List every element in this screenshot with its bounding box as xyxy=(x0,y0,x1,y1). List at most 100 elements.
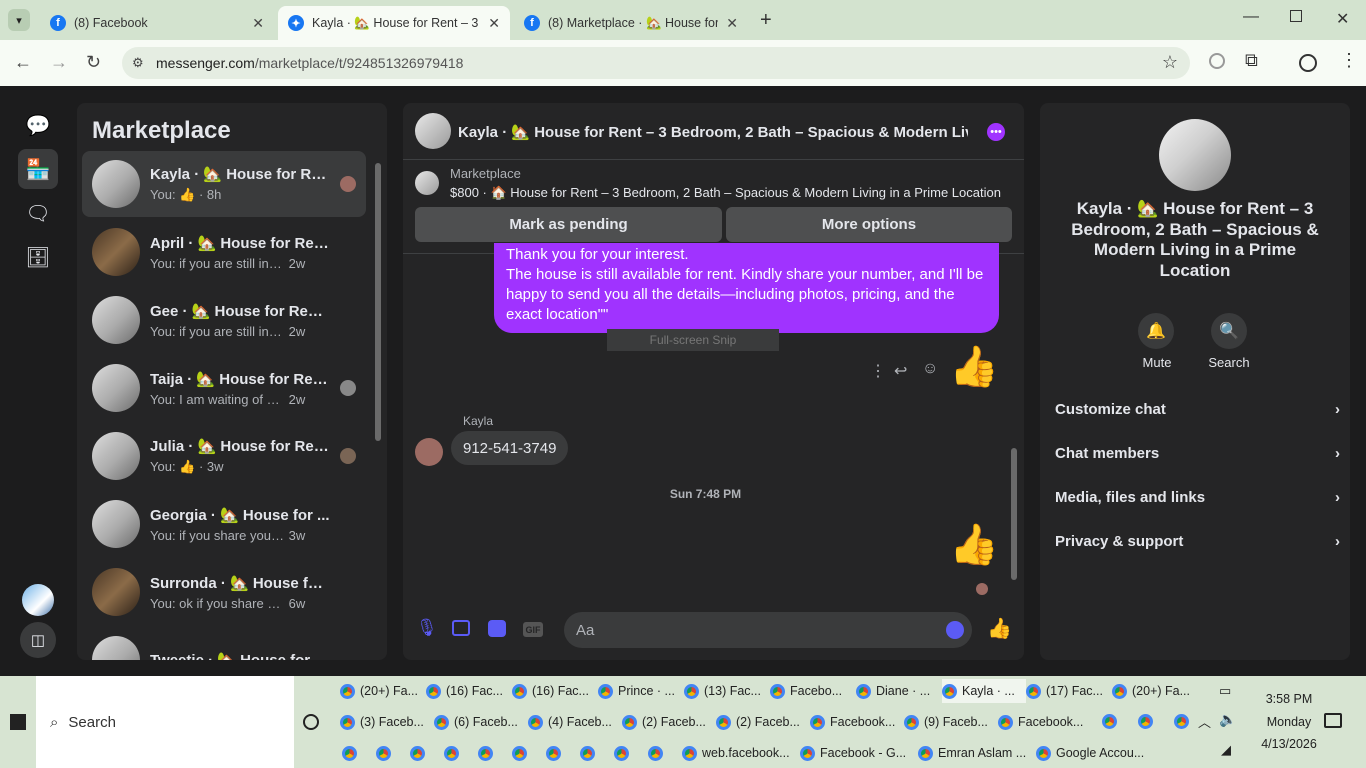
clock-time[interactable]: 3:58 PM xyxy=(1254,692,1324,706)
reply-icon[interactable]: ↩ xyxy=(894,361,907,381)
sticker-icon[interactable] xyxy=(488,620,506,637)
taskbar-window[interactable]: (20+) Fa... xyxy=(1112,679,1198,703)
taskbar-window[interactable]: Facebook - G... xyxy=(800,741,918,765)
conversation-item[interactable]: Gee · 🏡 House for Rent ... You: if you a… xyxy=(82,287,366,353)
url-bar[interactable]: ⚙ messenger.com/marketplace/t/9248513269… xyxy=(122,47,1190,79)
scrollbar[interactable] xyxy=(375,163,381,441)
chrome-icon[interactable] xyxy=(546,745,561,761)
chrome-icon[interactable] xyxy=(580,745,595,761)
volume-icon[interactable]: 🔈 xyxy=(1219,711,1236,728)
taskbar-window[interactable]: (16) Fac... xyxy=(512,679,598,703)
taskbar-window[interactable]: (13) Fac... xyxy=(684,679,770,703)
taskbar-window[interactable]: Facebo... xyxy=(770,679,856,703)
outgoing-message[interactable]: Thank you for your interest. The house i… xyxy=(494,243,999,333)
bookmark-star-icon[interactable]: ☆ xyxy=(1162,52,1178,73)
chrome-icon[interactable] xyxy=(1174,714,1189,729)
microphone-icon[interactable]: 🎙 xyxy=(416,618,438,638)
user-avatar[interactable] xyxy=(22,584,54,616)
taskbar-window[interactable]: Diane · ... xyxy=(856,679,942,703)
send-like-icon[interactable]: 👍 xyxy=(987,616,1012,641)
requests-icon[interactable]: 🗨 xyxy=(18,193,58,233)
new-tab-button[interactable]: + xyxy=(760,9,772,32)
react-icon[interactable]: ☺ xyxy=(922,360,938,378)
incoming-message[interactable]: 912-541-3749 xyxy=(451,431,569,465)
chrome-icon[interactable] xyxy=(376,745,391,761)
more-actions-icon[interactable]: ⋮ xyxy=(870,361,886,381)
conversation-item[interactable]: April · 🏡 House for Ren... You: if you a… xyxy=(82,219,366,285)
media-files-links-row[interactable]: Media, files and links › xyxy=(1055,475,1340,519)
taskbar-window[interactable]: (16) Fac... xyxy=(426,679,512,703)
chrome-icon[interactable] xyxy=(1102,714,1117,729)
close-icon[interactable]: ✕ xyxy=(726,15,738,32)
wifi-icon[interactable]: ◢ xyxy=(1221,742,1231,758)
chrome-icon[interactable] xyxy=(444,745,459,761)
cortana-icon[interactable] xyxy=(303,714,319,730)
conversation-item[interactable]: Taija · 🏡 House for Rent... You: I am wa… xyxy=(82,355,366,421)
windows-start-icon[interactable] xyxy=(10,714,26,730)
taskbar-window[interactable]: (2) Faceb... xyxy=(622,710,716,734)
emoji-icon[interactable] xyxy=(946,621,964,639)
taskbar-window[interactable]: Prince · ... xyxy=(598,679,684,703)
taskbar-window[interactable]: web.facebook... xyxy=(682,741,800,765)
taskbar-window[interactable]: Facebook... xyxy=(998,710,1092,734)
listing-line[interactable]: $800 · 🏠 House for Rent – 3 Bedroom, 2 B… xyxy=(450,185,1010,201)
reload-icon[interactable]: ↻ xyxy=(86,52,101,73)
taskbar-window[interactable]: (17) Fac... xyxy=(1026,679,1112,703)
conversation-item[interactable]: Georgia · 🏡 House for ... You: if you sh… xyxy=(82,491,366,557)
taskbar-window[interactable]: Google Accou... xyxy=(1036,741,1154,765)
archive-icon[interactable]: 🗄 xyxy=(18,237,58,277)
chrome-icon[interactable] xyxy=(410,745,425,761)
notification-icon[interactable] xyxy=(1324,713,1342,728)
customize-chat-row[interactable]: Customize chat › xyxy=(1055,387,1340,431)
gif-icon[interactable]: GIF xyxy=(523,622,543,637)
taskbar-search[interactable]: ⌕ Search xyxy=(36,676,294,768)
chrome-icon[interactable] xyxy=(512,745,527,761)
taskbar-window[interactable]: (2) Faceb... xyxy=(716,710,810,734)
privacy-support-row[interactable]: Privacy & support › xyxy=(1055,519,1340,563)
close-icon[interactable]: ✕ xyxy=(252,15,264,32)
forward-icon[interactable]: → xyxy=(50,52,68,73)
tab-search-button[interactable]: ▾ xyxy=(8,9,30,31)
mute-button[interactable]: 🔔 Mute xyxy=(1138,313,1176,370)
taskbar-window[interactable]: (4) Faceb... xyxy=(528,710,622,734)
taskbar-window[interactable]: (3) Faceb... xyxy=(340,710,434,734)
conversation-item[interactable]: Kayla · 🏡 House for Rent... You: 👍 · 8h xyxy=(82,151,366,217)
close-icon[interactable]: ✕ xyxy=(488,15,500,32)
profile-icon[interactable] xyxy=(1299,54,1317,72)
sender-avatar[interactable] xyxy=(415,438,443,466)
restore-button[interactable] xyxy=(1290,10,1302,22)
conversation-item[interactable]: Julia · 🏡 House for Rent... You: 👍 · 3w xyxy=(82,423,366,489)
close-window-button[interactable]: ✕ xyxy=(1336,9,1349,29)
taskbar-window[interactable]: Emran Aslam ... xyxy=(918,741,1036,765)
chrome-icon[interactable] xyxy=(1138,714,1153,729)
tab-facebook[interactable]: f (8) Facebook ✕ xyxy=(40,6,274,40)
tab-marketplace[interactable]: f (8) Marketplace · 🏡 House for ✕ xyxy=(514,6,748,40)
chrome-icon[interactable] xyxy=(342,745,357,761)
more-options-button[interactable]: More options xyxy=(726,207,1012,242)
menu-icon[interactable]: ⋮ xyxy=(1340,50,1358,71)
chrome-icon[interactable] xyxy=(614,745,629,761)
taskbar-window[interactable]: Facebook... xyxy=(810,710,904,734)
chrome-icon[interactable] xyxy=(648,745,663,761)
tab-kayla-chat[interactable]: ✦ Kayla · 🏡 House for Rent – 3 B ✕ xyxy=(278,6,510,40)
taskbar-window-active[interactable]: Kayla · ... xyxy=(942,679,1026,703)
extensions-icon[interactable]: ⧉ xyxy=(1245,50,1258,71)
chat-avatar[interactable] xyxy=(415,113,451,149)
tray-display-icon[interactable]: ▭ xyxy=(1219,683,1231,699)
conversation-item[interactable]: Tweetie · 🏡 House for R... xyxy=(82,627,366,660)
chrome-icon[interactable] xyxy=(478,745,493,761)
chat-members-row[interactable]: Chat members › xyxy=(1055,431,1340,475)
taskbar-window[interactable]: (9) Faceb... xyxy=(904,710,998,734)
mark-as-pending-button[interactable]: Mark as pending xyxy=(415,207,722,242)
tray-chevron-icon[interactable]: ︿ xyxy=(1198,712,1211,731)
scrollbar[interactable] xyxy=(1011,448,1017,580)
chats-icon[interactable]: 💬 xyxy=(18,105,58,145)
sidebar-toggle-icon[interactable]: ◫ xyxy=(20,622,56,658)
taskbar-window[interactable]: (20+) Fa... xyxy=(340,679,426,703)
minimize-button[interactable]: — xyxy=(1243,8,1259,26)
photo-icon[interactable] xyxy=(452,620,470,636)
message-input[interactable]: Aa xyxy=(564,612,972,648)
more-icon[interactable]: ••• xyxy=(987,123,1005,141)
translate-icon[interactable] xyxy=(1209,53,1225,69)
back-icon[interactable]: ← xyxy=(14,52,32,73)
